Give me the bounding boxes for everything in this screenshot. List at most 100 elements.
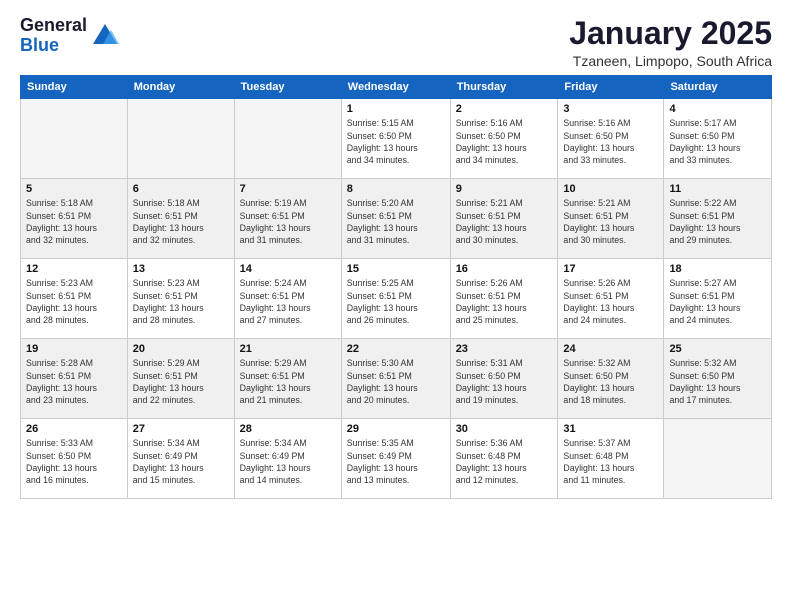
- calendar-cell: 30Sunrise: 5:36 AM Sunset: 6:48 PM Dayli…: [450, 419, 558, 499]
- calendar-cell: 8 Sunrise: 5:20 AM Sunset: 6:51 PM Daylig…: [341, 179, 450, 259]
- day-number: 21: [240, 343, 336, 355]
- day-detail: Sunrise: 5:18 AM Sunset: 6:51 PM Dayligh…: [26, 197, 122, 246]
- day-number: 23: [456, 343, 553, 355]
- day-number: 26: [26, 423, 122, 435]
- calendar-cell: 16Sunrise: 5:26 AM Sunset: 6:51 PM Dayli…: [450, 259, 558, 339]
- day-detail: Sunrise: 5:31 AM Sunset: 6:50 PM Dayligh…: [456, 357, 553, 406]
- day-detail: Sunrise: 5:25 AM Sunset: 6:51 PM Dayligh…: [347, 277, 445, 326]
- day-number: 19: [26, 343, 122, 355]
- calendar-week-row: 19Sunrise: 5:28 AM Sunset: 6:51 PM Dayli…: [21, 339, 772, 419]
- weekday-header: Friday: [558, 76, 664, 99]
- day-detail: Sunrise: 5:29 AM Sunset: 6:51 PM Dayligh…: [133, 357, 229, 406]
- calendar-cell: 7 Sunrise: 5:19 AM Sunset: 6:51 PM Daylig…: [234, 179, 341, 259]
- calendar-cell: 13 Sunrise: 5:23 AM Sunset: 6:51 PM Dayli…: [127, 259, 234, 339]
- day-number: 17: [563, 263, 658, 275]
- calendar-cell: 27 Sunrise: 5:34 AM Sunset: 6:49 PM Dayli…: [127, 419, 234, 499]
- day-detail: Sunrise: 5:24 AM Sunset: 6:51 PM Dayligh…: [240, 277, 336, 326]
- day-detail: Sunrise: 5:23 AM Sunset: 6:51 PM Dayligh…: [133, 277, 229, 326]
- day-detail: Sunrise: 5:20 AM Sunset: 6:51 PM Dayligh…: [347, 197, 445, 246]
- calendar-cell: [664, 419, 772, 499]
- calendar-cell: 22 Sunrise: 5:30 AM Sunset: 6:51 PM Dayli…: [341, 339, 450, 419]
- weekday-header: Monday: [127, 76, 234, 99]
- calendar-cell: 21Sunrise: 5:29 AM Sunset: 6:51 PM Dayli…: [234, 339, 341, 419]
- day-number: 16: [456, 263, 553, 275]
- calendar-week-row: 12 Sunrise: 5:23 AM Sunset: 6:51 PM Dayli…: [21, 259, 772, 339]
- day-number: 20: [133, 343, 229, 355]
- calendar-cell: 5 Sunrise: 5:18 AM Sunset: 6:51 PM Daylig…: [21, 179, 128, 259]
- weekday-header: Thursday: [450, 76, 558, 99]
- weekday-header: Saturday: [664, 76, 772, 99]
- day-detail: Sunrise: 5:34 AM Sunset: 6:49 PM Dayligh…: [133, 437, 229, 486]
- calendar-week-row: 26 Sunrise: 5:33 AM Sunset: 6:50 PM Dayli…: [21, 419, 772, 499]
- calendar-cell: 11 Sunrise: 5:22 AM Sunset: 6:51 PM Dayli…: [664, 179, 772, 259]
- day-number: 3: [563, 103, 658, 115]
- weekday-header: Tuesday: [234, 76, 341, 99]
- logo-blue: Blue: [20, 36, 87, 56]
- day-detail: Sunrise: 5:21 AM Sunset: 6:51 PM Dayligh…: [563, 197, 658, 246]
- calendar-week-row: 5 Sunrise: 5:18 AM Sunset: 6:51 PM Daylig…: [21, 179, 772, 259]
- day-detail: Sunrise: 5:34 AM Sunset: 6:49 PM Dayligh…: [240, 437, 336, 486]
- day-detail: Sunrise: 5:33 AM Sunset: 6:50 PM Dayligh…: [26, 437, 122, 486]
- day-detail: Sunrise: 5:17 AM Sunset: 6:50 PM Dayligh…: [669, 117, 766, 166]
- calendar-cell: 25 Sunrise: 5:32 AM Sunset: 6:50 PM Dayli…: [664, 339, 772, 419]
- day-number: 13: [133, 263, 229, 275]
- day-number: 22: [347, 343, 445, 355]
- day-number: 5: [26, 183, 122, 195]
- day-detail: Sunrise: 5:32 AM Sunset: 6:50 PM Dayligh…: [669, 357, 766, 406]
- calendar-header-row: SundayMondayTuesdayWednesdayThursdayFrid…: [21, 76, 772, 99]
- calendar-cell: 17 Sunrise: 5:26 AM Sunset: 6:51 PM Dayli…: [558, 259, 664, 339]
- day-detail: Sunrise: 5:23 AM Sunset: 6:51 PM Dayligh…: [26, 277, 122, 326]
- day-detail: Sunrise: 5:16 AM Sunset: 6:50 PM Dayligh…: [456, 117, 553, 166]
- day-detail: Sunrise: 5:30 AM Sunset: 6:51 PM Dayligh…: [347, 357, 445, 406]
- calendar-cell: [127, 99, 234, 179]
- weekday-header: Wednesday: [341, 76, 450, 99]
- day-number: 24: [563, 343, 658, 355]
- day-detail: Sunrise: 5:22 AM Sunset: 6:51 PM Dayligh…: [669, 197, 766, 246]
- day-number: 11: [669, 183, 766, 195]
- day-detail: Sunrise: 5:18 AM Sunset: 6:51 PM Dayligh…: [133, 197, 229, 246]
- calendar-cell: 31Sunrise: 5:37 AM Sunset: 6:48 PM Dayli…: [558, 419, 664, 499]
- day-number: 29: [347, 423, 445, 435]
- day-detail: Sunrise: 5:32 AM Sunset: 6:50 PM Dayligh…: [563, 357, 658, 406]
- calendar-cell: 10 Sunrise: 5:21 AM Sunset: 6:51 PM Dayli…: [558, 179, 664, 259]
- subtitle: Tzaneen, Limpopo, South Africa: [569, 53, 772, 69]
- calendar-cell: 9 Sunrise: 5:21 AM Sunset: 6:51 PM Daylig…: [450, 179, 558, 259]
- day-number: 2: [456, 103, 553, 115]
- calendar-week-row: 1Sunrise: 5:15 AM Sunset: 6:50 PM Daylig…: [21, 99, 772, 179]
- day-number: 28: [240, 423, 336, 435]
- day-number: 12: [26, 263, 122, 275]
- logo: General Blue: [20, 16, 119, 56]
- calendar-cell: 23 Sunrise: 5:31 AM Sunset: 6:50 PM Dayli…: [450, 339, 558, 419]
- day-number: 30: [456, 423, 553, 435]
- month-title: January 2025: [569, 16, 772, 51]
- day-number: 7: [240, 183, 336, 195]
- calendar-cell: 14 Sunrise: 5:24 AM Sunset: 6:51 PM Dayli…: [234, 259, 341, 339]
- day-number: 31: [563, 423, 658, 435]
- calendar-cell: 24 Sunrise: 5:32 AM Sunset: 6:50 PM Dayli…: [558, 339, 664, 419]
- calendar-cell: 19Sunrise: 5:28 AM Sunset: 6:51 PM Dayli…: [21, 339, 128, 419]
- day-number: 25: [669, 343, 766, 355]
- day-number: 15: [347, 263, 445, 275]
- day-detail: Sunrise: 5:21 AM Sunset: 6:51 PM Dayligh…: [456, 197, 553, 246]
- day-detail: Sunrise: 5:26 AM Sunset: 6:51 PM Dayligh…: [563, 277, 658, 326]
- calendar-cell: [234, 99, 341, 179]
- header: General Blue January 2025 Tzaneen, Limpo…: [20, 16, 772, 69]
- day-detail: Sunrise: 5:35 AM Sunset: 6:49 PM Dayligh…: [347, 437, 445, 486]
- logo-icon: [91, 22, 119, 50]
- day-number: 10: [563, 183, 658, 195]
- page-container: General Blue January 2025 Tzaneen, Limpo…: [0, 0, 792, 509]
- day-number: 9: [456, 183, 553, 195]
- calendar-cell: 29 Sunrise: 5:35 AM Sunset: 6:49 PM Dayli…: [341, 419, 450, 499]
- calendar-cell: 18Sunrise: 5:27 AM Sunset: 6:51 PM Dayli…: [664, 259, 772, 339]
- day-number: 8: [347, 183, 445, 195]
- day-number: 14: [240, 263, 336, 275]
- weekday-header: Sunday: [21, 76, 128, 99]
- calendar-cell: 15 Sunrise: 5:25 AM Sunset: 6:51 PM Dayli…: [341, 259, 450, 339]
- calendar-cell: 1Sunrise: 5:15 AM Sunset: 6:50 PM Daylig…: [341, 99, 450, 179]
- calendar-cell: 2 Sunrise: 5:16 AM Sunset: 6:50 PM Daylig…: [450, 99, 558, 179]
- calendar-cell: 3Sunrise: 5:16 AM Sunset: 6:50 PM Daylig…: [558, 99, 664, 179]
- day-detail: Sunrise: 5:19 AM Sunset: 6:51 PM Dayligh…: [240, 197, 336, 246]
- day-number: 27: [133, 423, 229, 435]
- day-number: 1: [347, 103, 445, 115]
- calendar-table: SundayMondayTuesdayWednesdayThursdayFrid…: [20, 75, 772, 499]
